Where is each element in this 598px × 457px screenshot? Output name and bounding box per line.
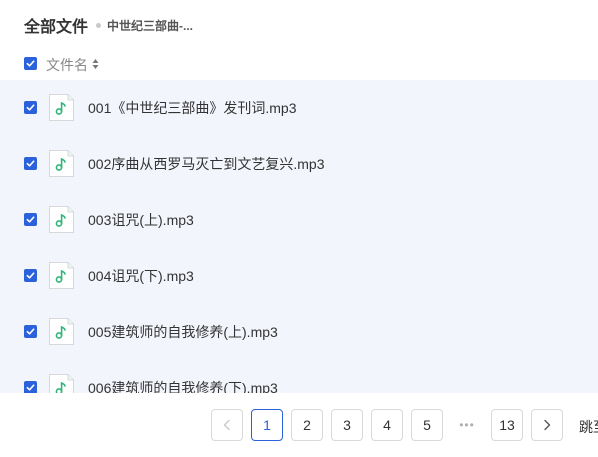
file-name[interactable]: 006建筑师的自我修养(下).mp3 [88, 378, 278, 393]
file-list: 001《中世纪三部曲》发刊词.mp3 002序曲从西罗马灭亡到文艺复兴.mp3 00… [0, 80, 598, 393]
audio-file-icon [49, 94, 74, 121]
file-checkbox[interactable] [24, 325, 37, 338]
audio-file-icon [49, 262, 74, 289]
audio-file-icon [49, 150, 74, 177]
file-name[interactable]: 002序曲从西罗马灭亡到文艺复兴.mp3 [88, 154, 324, 174]
pagination: 1 2 3 4 5 ••• 13 跳至 [0, 393, 598, 457]
jump-to-page-label: 跳至 [579, 419, 598, 435]
audio-file-icon [49, 318, 74, 345]
file-checkbox[interactable] [24, 381, 37, 393]
file-list-header: 文件名 [0, 48, 598, 80]
file-row[interactable]: 003诅咒(上).mp3 [0, 192, 598, 248]
page-3-button[interactable]: 3 [331, 409, 363, 441]
chevron-left-icon [223, 419, 230, 431]
page-13-button[interactable]: 13 [491, 409, 523, 441]
file-checkbox[interactable] [24, 269, 37, 282]
file-checkbox[interactable] [24, 101, 37, 114]
file-row[interactable]: 001《中世纪三部曲》发刊词.mp3 [0, 80, 598, 136]
file-row[interactable]: 002序曲从西罗马灭亡到文艺复兴.mp3 [0, 136, 598, 192]
checkmark-icon [26, 104, 35, 111]
file-row[interactable]: 004诅咒(下).mp3 [0, 248, 598, 304]
prev-page-button[interactable] [211, 409, 243, 441]
audio-file-icon [49, 206, 74, 233]
file-row[interactable]: 006建筑师的自我修养(下).mp3 [0, 360, 598, 393]
file-name[interactable]: 003诅咒(上).mp3 [88, 210, 194, 230]
checkmark-icon [26, 328, 35, 335]
sort-icon[interactable] [92, 58, 99, 70]
breadcrumb-separator-icon [96, 22, 102, 28]
file-name[interactable]: 005建筑师的自我修养(上).mp3 [88, 322, 278, 342]
audio-file-icon [49, 374, 74, 393]
file-row[interactable]: 005建筑师的自我修养(上).mp3 [0, 304, 598, 360]
checkmark-icon [26, 272, 35, 279]
checkmark-icon [26, 216, 35, 223]
breadcrumb-root-link[interactable]: 全部文件 [24, 13, 88, 37]
breadcrumb-current-folder: 中世纪三部曲-... [107, 18, 194, 33]
file-name[interactable]: 004诅咒(下).mp3 [88, 266, 194, 286]
chevron-right-icon [544, 419, 551, 431]
file-checkbox[interactable] [24, 213, 37, 226]
file-checkbox[interactable] [24, 157, 37, 170]
checkmark-icon [26, 160, 35, 167]
page-5-button[interactable]: 5 [411, 409, 443, 441]
checkmark-icon [26, 60, 35, 67]
checkmark-icon [26, 384, 35, 391]
filename-column-header[interactable]: 文件名 [46, 55, 88, 75]
page-ellipsis[interactable]: ••• [451, 409, 483, 441]
file-name[interactable]: 001《中世纪三部曲》发刊词.mp3 [88, 98, 296, 118]
page-1-button[interactable]: 1 [251, 409, 283, 441]
page-2-button[interactable]: 2 [291, 409, 323, 441]
breadcrumb: 全部文件 中世纪三部曲-... [24, 13, 194, 37]
select-all-checkbox[interactable] [24, 57, 37, 70]
next-page-button[interactable] [531, 409, 563, 441]
page-4-button[interactable]: 4 [371, 409, 403, 441]
